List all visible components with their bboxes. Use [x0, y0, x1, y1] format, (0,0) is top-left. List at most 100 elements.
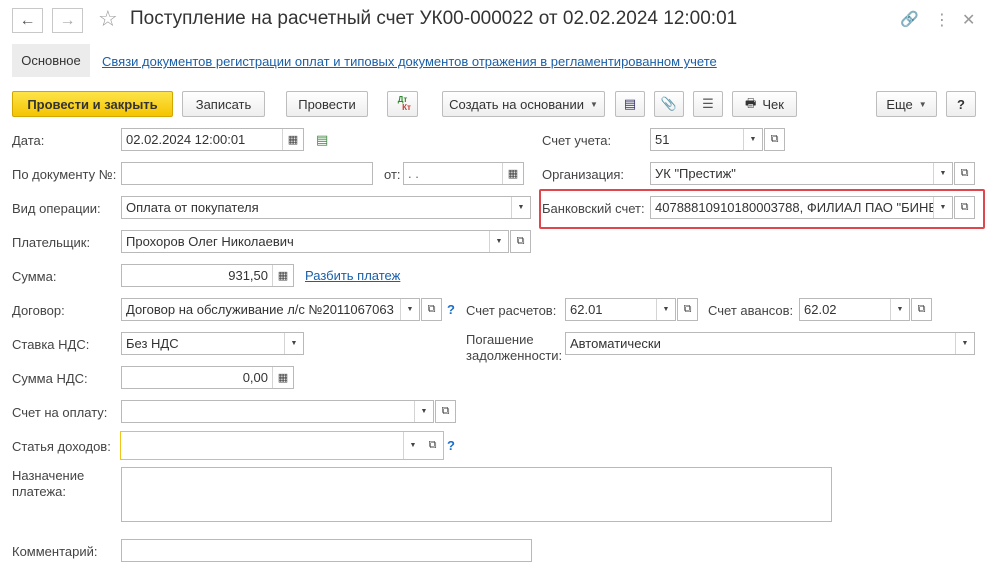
from-label: от:: [384, 167, 401, 182]
create-basis-button[interactable]: Создать на основании ▼: [442, 91, 605, 117]
arrow-left-icon: ←: [19, 11, 36, 29]
contract-help-icon[interactable]: ?: [447, 302, 455, 317]
post-and-close-button[interactable]: Провести и закрыть: [12, 91, 173, 117]
structure-icon: ▤: [623, 96, 637, 111]
attach-button[interactable]: 📎: [654, 91, 684, 117]
page-title: Поступление на расчетный счет УК00-00002…: [130, 8, 738, 29]
open-icon[interactable]: ⧉: [422, 432, 443, 459]
date-label: Дата:: [12, 133, 45, 148]
favorite-star-icon[interactable]: ☆: [98, 6, 118, 32]
split-payment-link[interactable]: Разбить платеж: [305, 268, 400, 283]
back-button[interactable]: ←: [12, 8, 43, 33]
dt-kt-button[interactable]: Дт Кт: [387, 91, 418, 117]
contract-label: Договор:: [12, 303, 65, 318]
org-select[interactable]: УК "Престиж" ▼: [650, 162, 953, 185]
bank-account-label: Банковский счет:: [542, 201, 645, 216]
tab-main[interactable]: Основное: [12, 44, 90, 77]
contract-select[interactable]: Договор на обслуживание л/с №2011067063 …: [121, 298, 420, 321]
from-date-field[interactable]: . . ▦: [403, 162, 524, 185]
vat-sum-label: Сумма НДС:: [12, 371, 88, 386]
open-bank-account-button[interactable]: ⧉: [954, 196, 975, 219]
open-advance-account-button[interactable]: ⧉: [911, 298, 932, 321]
forward-button[interactable]: →: [52, 8, 83, 33]
invoice-select[interactable]: ▼: [121, 400, 434, 423]
help-button[interactable]: ?: [946, 91, 976, 117]
chevron-down-icon[interactable]: ▼: [656, 299, 675, 320]
income-item-select[interactable]: ▼ ⧉: [120, 431, 444, 460]
vat-sum-field[interactable]: 0,00 ▦: [121, 366, 294, 389]
payer-select[interactable]: Прохоров Олег Николаевич ▼: [121, 230, 509, 253]
paperclip-icon: 📎: [660, 96, 678, 111]
receipt-label: Чек: [762, 96, 784, 112]
calculator-icon[interactable]: ▦: [272, 367, 293, 388]
income-item-help-icon[interactable]: ?: [447, 438, 455, 453]
bank-account-select[interactable]: 40788810910180003788, ФИЛИАЛ ПАО "БИНБАН…: [650, 196, 953, 219]
chevron-down-icon: ▼: [918, 99, 927, 109]
purpose-label-line2: платежа:: [12, 484, 66, 499]
vat-rate-label: Ставка НДС:: [12, 337, 90, 352]
open-contract-button[interactable]: ⧉: [421, 298, 442, 321]
chevron-down-icon[interactable]: ▼: [955, 333, 974, 354]
receipt-button[interactable]: 🖶 Чек: [732, 91, 797, 117]
structure-button[interactable]: ▤: [615, 91, 645, 117]
open-icon: ⧉: [516, 235, 525, 247]
open-icon: ⧉: [427, 303, 436, 315]
chevron-down-icon[interactable]: ▼: [489, 231, 508, 252]
open-settle-account-button[interactable]: ⧉: [677, 298, 698, 321]
date-field[interactable]: 02.02.2024 12:00:01 ▦: [121, 128, 304, 151]
chevron-down-icon[interactable]: ▼: [933, 197, 952, 218]
sum-field[interactable]: 931,50 ▦: [121, 264, 294, 287]
save-button[interactable]: Записать: [182, 91, 265, 117]
create-basis-label: Создать на основании: [449, 96, 584, 112]
arrow-right-icon: →: [59, 11, 76, 29]
more-menu-icon[interactable]: ⋮: [934, 10, 950, 30]
payer-label: Плательщик:: [12, 235, 91, 250]
open-icon: ⧉: [770, 133, 779, 145]
close-icon[interactable]: ✕: [962, 10, 975, 30]
op-type-select[interactable]: Оплата от покупателя ▼: [121, 196, 531, 219]
doc-no-label: По документу №:: [12, 167, 117, 182]
repay-select[interactable]: Автоматически ▼: [565, 332, 975, 355]
chevron-down-icon[interactable]: ▼: [284, 333, 303, 354]
kt-label: Кт: [402, 103, 411, 112]
list-report-icon: ☰: [702, 96, 714, 111]
income-item-label: Статья доходов:: [12, 439, 111, 454]
calendar-icon[interactable]: ▦: [282, 129, 303, 150]
calendar-icon[interactable]: ▦: [502, 163, 523, 184]
open-account-button[interactable]: ⧉: [764, 128, 785, 151]
chevron-down-icon[interactable]: ▼: [511, 197, 530, 218]
chevron-down-icon[interactable]: ▼: [890, 299, 909, 320]
open-icon: ⧉: [960, 167, 969, 179]
purpose-textarea[interactable]: [121, 467, 832, 522]
calculator-icon[interactable]: ▦: [272, 265, 293, 286]
sum-label: Сумма:: [12, 269, 57, 284]
comment-field[interactable]: [121, 539, 532, 562]
op-type-label: Вид операции:: [12, 201, 101, 216]
doc-no-field[interactable]: [121, 162, 373, 185]
advance-account-label: Счет авансов:: [708, 303, 794, 318]
open-icon: ⧉: [683, 303, 692, 315]
account-select[interactable]: 51 ▼: [650, 128, 763, 151]
more-button[interactable]: Еще ▼: [876, 91, 937, 117]
advance-account-select[interactable]: 62.02 ▼: [799, 298, 910, 321]
purpose-label-line1: Назначение: [12, 468, 85, 483]
tab-document-links[interactable]: Связи документов регистрации оплат и тип…: [102, 54, 717, 69]
open-invoice-button[interactable]: ⧉: [435, 400, 456, 423]
chevron-down-icon[interactable]: ▼: [400, 299, 419, 320]
chevron-down-icon[interactable]: ▼: [414, 401, 433, 422]
report-button[interactable]: ☰: [693, 91, 723, 117]
post-button[interactable]: Провести: [286, 91, 368, 117]
more-label: Еще: [886, 96, 913, 112]
comment-label: Комментарий:: [12, 544, 98, 559]
chevron-down-icon[interactable]: ▼: [403, 432, 422, 459]
open-icon: ⧉: [441, 405, 450, 417]
open-icon: ⧉: [917, 303, 926, 315]
open-payer-button[interactable]: ⧉: [510, 230, 531, 253]
chevron-down-icon[interactable]: ▼: [933, 163, 952, 184]
settle-account-select[interactable]: 62.01 ▼: [565, 298, 676, 321]
repay-label-line2: задолженности:: [466, 348, 563, 363]
chevron-down-icon[interactable]: ▼: [743, 129, 762, 150]
link-icon[interactable]: 🔗: [900, 10, 919, 28]
open-org-button[interactable]: ⧉: [954, 162, 975, 185]
vat-rate-select[interactable]: Без НДС ▼: [121, 332, 304, 355]
